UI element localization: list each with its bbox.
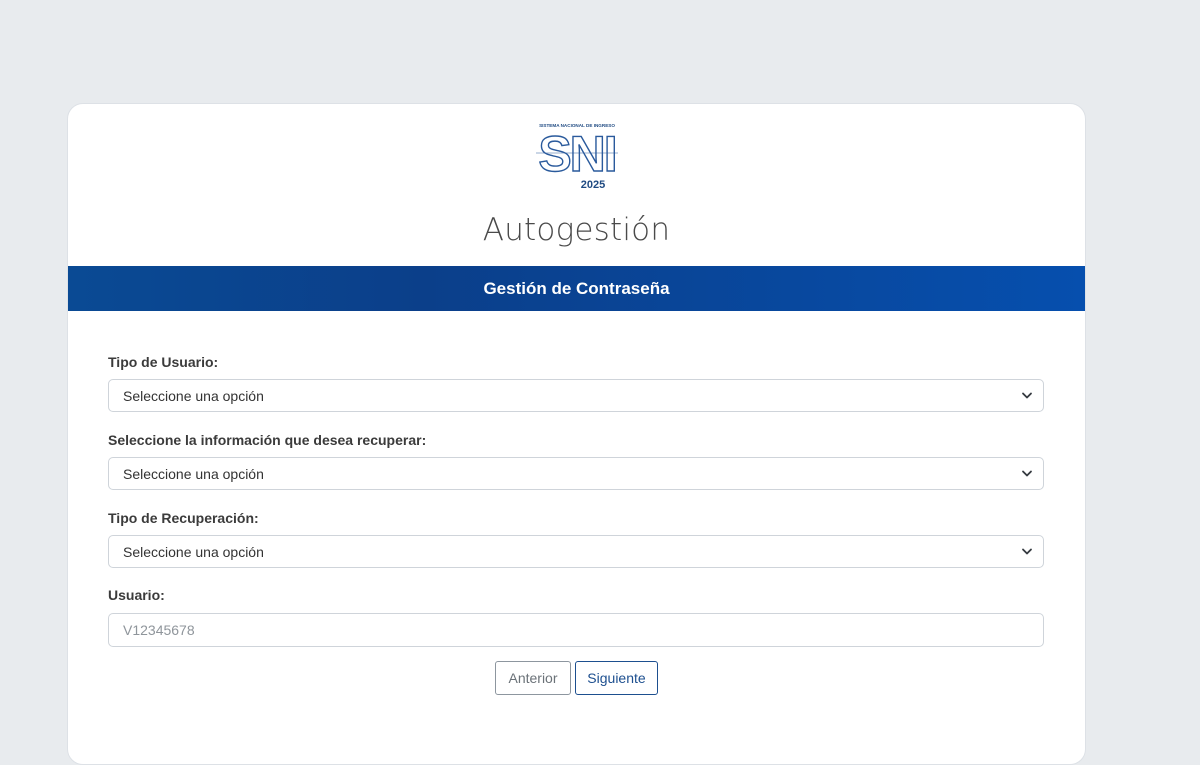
previous-button[interactable]: Anterior [495,661,571,695]
chevron-down-icon [1022,470,1032,477]
page-title: Autogestión [482,212,671,248]
recover-info-select[interactable]: Seleccione una opción [108,457,1044,490]
next-button[interactable]: Siguiente [575,661,658,695]
username-label: Usuario: [108,587,165,603]
sni-logo: SISTEMA NACIONAL DE INGRESO SNI 2025 [536,123,618,191]
recover-info-selected-value: Seleccione una opción [123,466,264,482]
user-type-selected-value: Seleccione una opción [123,388,264,404]
chevron-down-icon [1022,548,1032,555]
password-management-card: SISTEMA NACIONAL DE INGRESO SNI 2025 Aut… [67,103,1086,765]
chevron-down-icon [1022,392,1032,399]
logo-letters: SNI [538,126,615,182]
section-banner: Gestión de Contraseña [68,266,1085,311]
recover-info-label: Seleccione la información que desea recu… [108,432,427,448]
logo-year: 2025 [581,179,605,191]
username-input[interactable] [108,613,1044,647]
recovery-type-selected-value: Seleccione una opción [123,544,264,560]
recovery-type-label: Tipo de Recuperación: [108,510,259,526]
user-type-label: Tipo de Usuario: [108,354,219,370]
user-type-select[interactable]: Seleccione una opción [108,379,1044,412]
recovery-type-select[interactable]: Seleccione una opción [108,535,1044,568]
